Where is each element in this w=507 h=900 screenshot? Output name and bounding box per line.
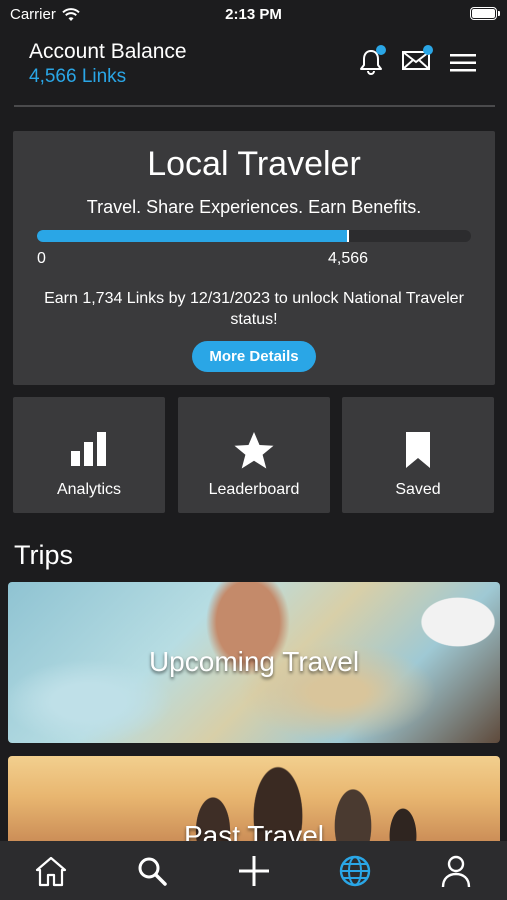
upcoming-travel-banner[interactable]: Upcoming Travel	[8, 582, 500, 743]
tab-add[interactable]	[236, 853, 272, 889]
tab-profile[interactable]	[438, 853, 474, 889]
account-balance-title: Account Balance	[29, 40, 187, 63]
saved-label: Saved	[395, 481, 441, 498]
leaderboard-label: Leaderboard	[208, 481, 300, 498]
analytics-tile[interactable]: Analytics	[13, 397, 165, 513]
trips-heading: Trips	[14, 540, 73, 570]
messages-button[interactable]	[401, 45, 433, 77]
star-icon	[234, 432, 274, 469]
links-progress-bar	[37, 230, 471, 242]
search-icon	[138, 857, 167, 886]
saved-tile[interactable]: Saved	[342, 397, 494, 513]
message-badge	[423, 45, 433, 55]
battery-icon	[470, 7, 500, 20]
analytics-label: Analytics	[56, 481, 122, 498]
account-balance-value[interactable]: 4,566 Links	[29, 66, 126, 88]
status-bar: Carrier 2:13 PM	[0, 0, 507, 30]
menu-button[interactable]	[449, 52, 477, 79]
clock: 2:13 PM	[225, 6, 282, 23]
status-title: Local Traveler	[147, 145, 361, 183]
plus-icon	[239, 856, 269, 886]
notifications-button[interactable]	[358, 45, 386, 81]
progress-min-label: 0	[37, 250, 46, 267]
globe-icon	[339, 855, 371, 887]
home-icon	[35, 856, 67, 887]
progress-current-label: 4,566	[328, 250, 369, 267]
traveler-status-card: Local Traveler Travel. Share Experiences…	[13, 131, 495, 385]
header: Account Balance 4,566 Links	[0, 38, 507, 98]
bar-chart-icon	[71, 432, 106, 466]
links-progress-fill	[37, 230, 350, 242]
past-travel-banner[interactable]: Past Travel	[8, 756, 500, 846]
tab-home[interactable]	[33, 853, 69, 889]
notification-badge	[376, 45, 386, 55]
upcoming-travel-label: Upcoming Travel	[148, 646, 360, 677]
leaderboard-tile[interactable]: Leaderboard	[178, 397, 330, 513]
more-details-button[interactable]: More Details	[192, 341, 316, 372]
bottom-tab-bar	[0, 841, 507, 900]
bookmark-icon	[406, 432, 430, 468]
profile-icon	[441, 855, 471, 888]
header-divider	[14, 105, 495, 107]
tab-search[interactable]	[134, 853, 170, 889]
hamburger-menu-icon	[450, 54, 476, 72]
status-message: Earn 1,734 Links by 12/31/2023 to unlock…	[44, 290, 464, 328]
tab-explore[interactable]	[337, 853, 373, 889]
status-subtitle: Travel. Share Experiences. Earn Benefits…	[86, 197, 422, 217]
